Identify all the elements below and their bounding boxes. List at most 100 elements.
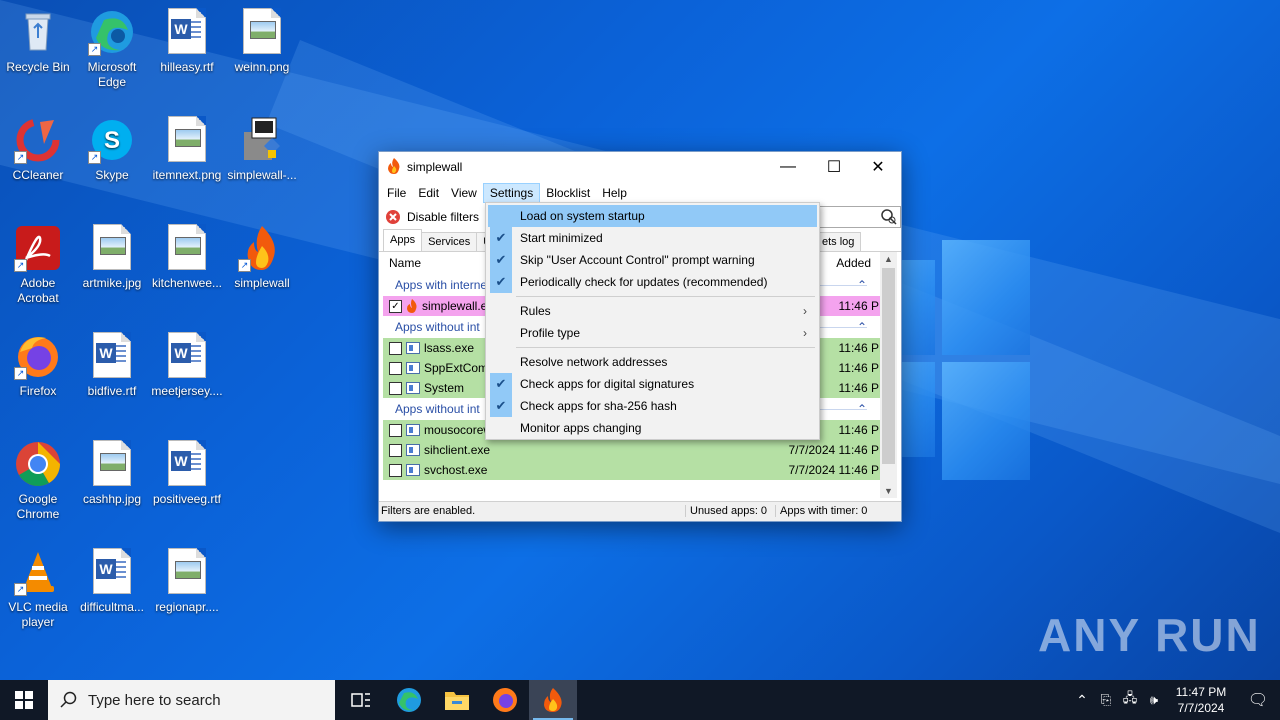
group-label: Apps without int xyxy=(395,402,480,416)
table-row[interactable]: sihclient.exe 7/7/2024 11:46 PM xyxy=(383,440,897,460)
chevron-up-icon[interactable]: ⌃ xyxy=(857,278,867,292)
icon-label: itemnext.png xyxy=(152,168,222,182)
menu-item-label: Periodically check for updates (recommen… xyxy=(520,275,768,289)
minimize-button[interactable]: — xyxy=(765,152,811,182)
row-checkbox[interactable] xyxy=(389,381,402,395)
menu-item-label: Resolve network addresses xyxy=(520,355,668,369)
scroll-down-icon[interactable]: ▼ xyxy=(880,484,897,498)
clock[interactable]: 11:47 PM 7/7/2024 xyxy=(1166,684,1236,716)
desktop-icon-skype[interactable]: S ↗ Skype xyxy=(74,116,150,183)
menu-file[interactable]: File xyxy=(381,184,412,202)
firefox-icon: ↗ xyxy=(14,332,62,380)
icon-label: VLC media player xyxy=(8,600,68,629)
menu-item-profile-type[interactable]: Profile type › xyxy=(488,322,817,344)
menu-item-load-on-startup[interactable]: Load on system startup xyxy=(488,205,817,227)
menu-item-monitor-apps[interactable]: Monitor apps changing xyxy=(488,417,817,439)
column-name-header[interactable]: Name xyxy=(389,256,421,270)
meet-now-icon[interactable]: ⎘ xyxy=(1094,692,1118,708)
vertical-scrollbar[interactable]: ▲ ▼ xyxy=(880,252,897,498)
notification-icon[interactable]: 🗨 xyxy=(1236,690,1280,710)
desktop-icon-regionapr[interactable]: regionapr.... xyxy=(149,548,225,615)
app-icon xyxy=(406,362,420,374)
taskbar-edge[interactable] xyxy=(385,680,433,720)
search-placeholder: Type here to search xyxy=(88,691,221,709)
search-input[interactable] xyxy=(819,206,901,228)
menu-view[interactable]: View xyxy=(445,184,483,202)
desktop-icon-bidfive[interactable]: W bidfive.rtf xyxy=(74,332,150,399)
row-checkbox[interactable] xyxy=(389,341,402,355)
desktop-icon-meetjersey[interactable]: W meetjersey.... xyxy=(149,332,225,399)
row-checkbox[interactable] xyxy=(389,463,402,477)
menu-item-start-minimized[interactable]: ✔ Start minimized xyxy=(488,227,817,249)
row-checkbox[interactable] xyxy=(389,443,402,457)
chevron-up-icon[interactable]: ⌃ xyxy=(1070,692,1094,709)
menu-settings[interactable]: Settings xyxy=(482,183,541,203)
title-bar[interactable]: simplewall — ☐ ✕ xyxy=(379,152,901,182)
maximize-button[interactable]: ☐ xyxy=(811,152,857,182)
chevron-up-icon[interactable]: ⌃ xyxy=(857,320,867,334)
menu-item-resolve-addresses[interactable]: Resolve network addresses xyxy=(488,351,817,373)
row-checkbox[interactable] xyxy=(389,423,402,437)
desktop-icon-hilleasy[interactable]: W hilleasy.rtf xyxy=(149,8,225,75)
menu-help[interactable]: Help xyxy=(596,184,633,202)
taskbar-simplewall[interactable] xyxy=(529,680,577,720)
scroll-up-icon[interactable]: ▲ xyxy=(880,252,897,266)
menu-item-label: Profile type xyxy=(520,326,581,340)
desktop-icon-firefox[interactable]: ↗ Firefox xyxy=(0,332,76,399)
group-label: Apps with interne xyxy=(395,278,488,292)
disable-filters-button[interactable]: Disable filters xyxy=(385,209,479,225)
row-checkbox[interactable]: ✓ xyxy=(389,299,402,313)
desktop-icon-ccleaner[interactable]: ↗ CCleaner xyxy=(0,116,76,183)
desktop-icon-cashhp[interactable]: cashhp.jpg xyxy=(74,440,150,507)
chevron-up-icon[interactable]: ⌃ xyxy=(857,402,867,416)
tab-apps[interactable]: Apps xyxy=(383,229,423,251)
menu-item-label: Skip "User Account Control" prompt warni… xyxy=(520,253,755,267)
menu-item-check-sha256[interactable]: ✔ Check apps for sha-256 hash xyxy=(488,395,817,417)
desktop-icon-difficultma[interactable]: W difficultma... xyxy=(74,548,150,615)
task-view-button[interactable] xyxy=(337,680,385,720)
desktop-icon-vlc[interactable]: ↗ VLC media player xyxy=(0,548,76,630)
start-button[interactable] xyxy=(0,680,48,720)
table-row[interactable]: svchost.exe 7/7/2024 11:46 PM xyxy=(383,460,897,480)
network-icon[interactable]: 🖧 xyxy=(1118,689,1142,711)
taskbar-file-explorer[interactable] xyxy=(433,680,481,720)
row-checkbox[interactable] xyxy=(389,361,402,375)
icon-label: artmike.jpg xyxy=(82,276,142,290)
app-icon xyxy=(406,444,420,456)
menu-item-skip-uac[interactable]: ✔ Skip "User Account Control" prompt warn… xyxy=(488,249,817,271)
desktop-icon-itemnext[interactable]: itemnext.png xyxy=(149,116,225,183)
menu-blocklist[interactable]: Blocklist xyxy=(540,184,596,202)
volume-icon[interactable]: 🕪 xyxy=(1142,692,1166,708)
checkmark-icon: ✔ xyxy=(490,271,512,293)
desktop-icon-artmike[interactable]: artmike.jpg xyxy=(74,224,150,291)
app-name: svchost.exe xyxy=(424,463,488,477)
icon-label: Adobe Acrobat xyxy=(17,276,59,305)
desktop-icon-google-chrome[interactable]: Google Chrome xyxy=(0,440,76,522)
task-view-icon xyxy=(351,693,370,707)
taskbar-search-box[interactable]: Type here to search xyxy=(48,680,335,720)
desktop-icon-adobe-acrobat[interactable]: ↗ Adobe Acrobat xyxy=(0,224,76,306)
windows-start-icon xyxy=(15,691,33,709)
scrollbar-thumb[interactable] xyxy=(882,268,895,464)
menu-item-check-updates[interactable]: ✔ Periodically check for updates (recomme… xyxy=(488,271,817,293)
desktop-icon-weinn[interactable]: weinn.png xyxy=(224,8,300,75)
desktop-icon-recycle-bin[interactable]: Recycle Bin xyxy=(0,8,76,75)
desktop-icon-kitchenwee[interactable]: kitchenwee... xyxy=(149,224,225,291)
icon-label: meetjersey.... xyxy=(151,384,223,398)
desktop-icon-simplewall-installer[interactable]: simplewall-... xyxy=(224,116,300,183)
tab-packets-log[interactable]: ets log xyxy=(815,232,862,251)
stop-icon xyxy=(386,210,400,224)
icon-label: simplewall-... xyxy=(227,168,297,182)
menu-item-rules[interactable]: Rules › xyxy=(488,300,817,322)
desktop-icon-positiveeg[interactable]: W positiveeg.rtf xyxy=(149,440,225,507)
settings-dropdown-menu: Load on system startup ✔ Start minimized … xyxy=(485,202,820,440)
column-added-header[interactable]: Added xyxy=(836,256,871,270)
desktop-icon-simplewall[interactable]: ↗ simplewall xyxy=(224,224,300,291)
desktop-icon-microsoft-edge[interactable]: ↗ Microsoft Edge xyxy=(74,8,150,90)
tab-services[interactable]: Services xyxy=(421,232,478,251)
menu-separator xyxy=(516,347,815,348)
close-button[interactable]: ✕ xyxy=(855,152,901,182)
taskbar-firefox[interactable] xyxy=(481,680,529,720)
menu-item-check-signatures[interactable]: ✔ Check apps for digital signatures xyxy=(488,373,817,395)
menu-edit[interactable]: Edit xyxy=(412,184,445,202)
